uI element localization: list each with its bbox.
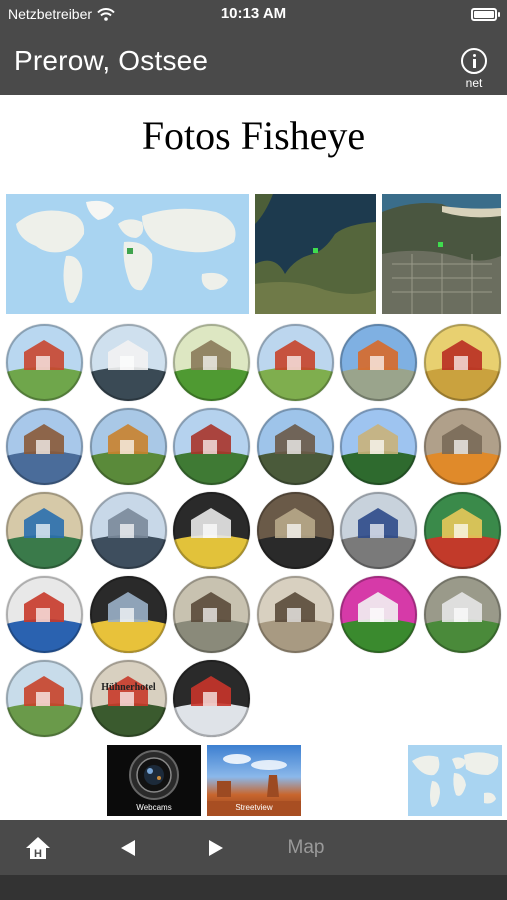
fisheye-photo-25[interactable] (6, 660, 83, 737)
home-icon: H (26, 836, 50, 860)
photo-scene (6, 576, 83, 653)
photo-scene (424, 576, 501, 653)
fisheye-photo-2[interactable] (90, 324, 167, 401)
home-button[interactable]: H (18, 820, 58, 875)
fisheye-photo-17[interactable] (340, 492, 417, 569)
back-button[interactable] (110, 820, 146, 875)
fisheye-photo-21[interactable] (173, 576, 250, 653)
photo-scene (257, 492, 334, 569)
world-map-small-image (408, 745, 502, 816)
navigation-bar: Prerow, Ostsee net (0, 30, 507, 95)
photo-scene (6, 660, 83, 737)
fisheye-photo-4[interactable] (257, 324, 334, 401)
photo-scene (6, 492, 83, 569)
fisheye-photo-1[interactable] (6, 324, 83, 401)
photo-scene (424, 492, 501, 569)
photo-scene (173, 660, 250, 737)
town-satellite-thumbnail[interactable] (382, 194, 501, 314)
nav-title: Prerow, Ostsee (14, 45, 209, 76)
photo-scene (257, 408, 334, 485)
fisheye-photo-19[interactable] (6, 576, 83, 653)
photo-scene (340, 324, 417, 401)
app-screen: Netzbetreiber 10:13 AM Prerow, Ostsee ne… (0, 0, 507, 900)
photo-scene (340, 492, 417, 569)
fisheye-photo-26[interactable]: Hühnerhotel (90, 660, 167, 737)
photo-scene (173, 408, 250, 485)
fisheye-photo-11[interactable] (340, 408, 417, 485)
info-sublabel: net (465, 76, 483, 90)
photo-scene (424, 324, 501, 401)
photo-scene (173, 492, 250, 569)
photo-scene (90, 576, 167, 653)
fisheye-photo-20[interactable] (90, 576, 167, 653)
photo-scene (90, 660, 167, 737)
photo-scene (6, 324, 83, 401)
fisheye-photo-14[interactable] (90, 492, 167, 569)
coast-satellite-thumbnail[interactable] (255, 194, 376, 314)
triangle-left-icon (121, 839, 135, 856)
fisheye-photo-3[interactable] (173, 324, 250, 401)
world-map-thumbnail[interactable] (6, 194, 249, 314)
bottom-toolbar: H Map (0, 820, 507, 875)
fisheye-photo-24[interactable] (424, 576, 501, 653)
world-map-image (6, 194, 249, 314)
photo-scene (340, 408, 417, 485)
webcams-label: Webcams (136, 803, 172, 812)
town-satellite-image (382, 194, 501, 314)
battery-icon (471, 8, 500, 21)
photo-scene (6, 408, 83, 485)
fisheye-photo-8[interactable] (90, 408, 167, 485)
fisheye-photo-7[interactable] (6, 408, 83, 485)
photo-scene (90, 324, 167, 401)
svg-text:H: H (34, 848, 42, 860)
fisheye-photo-23[interactable] (340, 576, 417, 653)
page-title: Fotos Fisheye (141, 113, 366, 158)
map-thumbnail[interactable] (408, 745, 502, 816)
streetview-label: Streetview (235, 803, 273, 812)
forward-button[interactable] (198, 820, 234, 875)
fisheye-photo-13[interactable] (6, 492, 83, 569)
photo-scene (173, 324, 250, 401)
photo-scene (340, 576, 417, 653)
fisheye-photo-12[interactable] (424, 408, 501, 485)
fisheye-photo-5[interactable] (340, 324, 417, 401)
fisheye-photo-18[interactable] (424, 492, 501, 569)
fisheye-photo-6[interactable] (424, 324, 501, 401)
fisheye-photo-9[interactable] (173, 408, 250, 485)
photo-scene (90, 492, 167, 569)
status-bar: Netzbetreiber 10:13 AM (0, 0, 507, 30)
home-indicator-area (0, 875, 507, 900)
fisheye-photo-27[interactable] (173, 660, 250, 737)
huhnerhotel-sign: Hühnerhotel (101, 682, 156, 693)
clock: 10:13 AM (220, 5, 287, 22)
fisheye-photo-15[interactable] (173, 492, 250, 569)
photo-scene (257, 576, 334, 653)
photo-scene (90, 408, 167, 485)
triangle-right-icon (209, 839, 223, 856)
streetview-thumbnail[interactable]: Streetview (207, 745, 301, 816)
photo-scene (257, 324, 334, 401)
fisheye-photo-22[interactable] (257, 576, 334, 653)
photo-scene (424, 408, 501, 485)
map-button[interactable]: Map (276, 820, 336, 875)
coast-satellite-image (255, 194, 376, 314)
fisheye-photo-10[interactable] (257, 408, 334, 485)
webcams-thumbnail[interactable]: Webcams (107, 745, 201, 816)
photo-scene (173, 576, 250, 653)
info-button[interactable]: net (459, 48, 489, 94)
info-icon (461, 48, 487, 74)
fisheye-photo-16[interactable] (257, 492, 334, 569)
